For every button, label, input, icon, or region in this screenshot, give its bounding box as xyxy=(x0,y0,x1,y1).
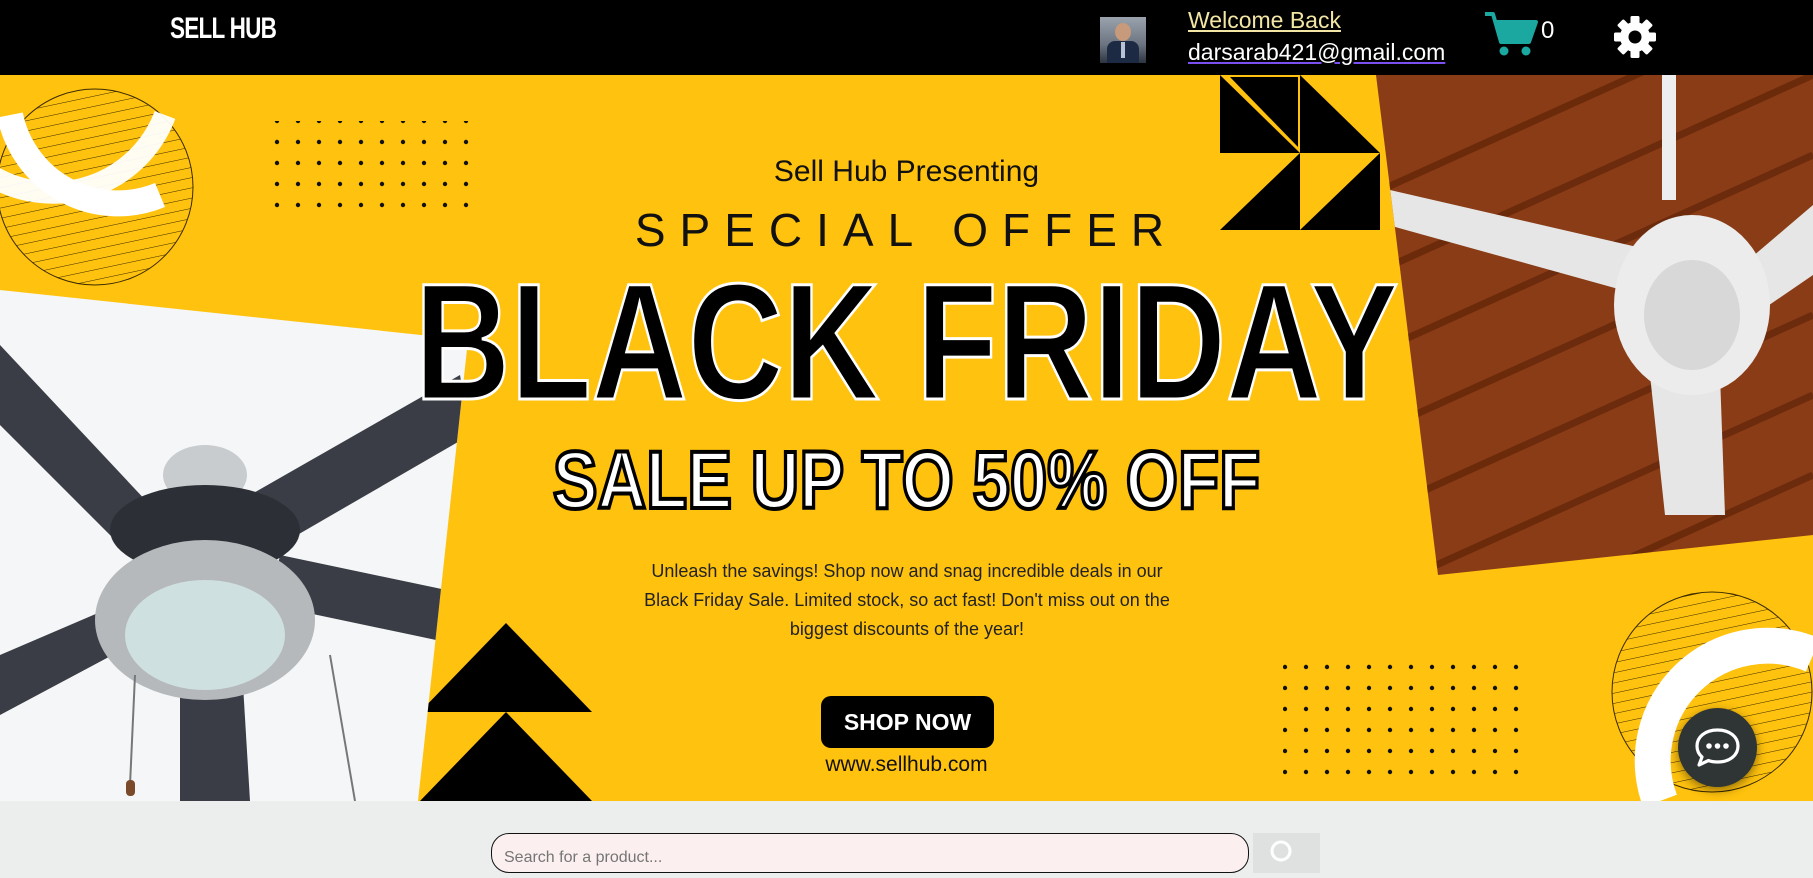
welcome-link[interactable]: Welcome Back xyxy=(1188,7,1341,34)
search-input[interactable] xyxy=(492,834,1248,868)
chat-bubble-icon xyxy=(1695,728,1740,767)
banner-sale-text: SALE UP TO 50% OFF xyxy=(551,435,1262,526)
black-friday-banner[interactable]: Sell Hub Presenting SPECIAL OFFER BLACK … xyxy=(0,75,1813,801)
gear-icon[interactable] xyxy=(1612,14,1658,60)
cart-count: 0 xyxy=(1541,17,1555,44)
banner-website: www.sellhub.com xyxy=(825,753,988,776)
banner-special-offer: SPECIAL OFFER xyxy=(634,204,1179,256)
site-logo[interactable]: SELL HUB xyxy=(170,14,277,44)
cart-icon[interactable] xyxy=(1483,10,1539,58)
user-email-link[interactable]: darsarab421@gmail.com xyxy=(1188,39,1445,66)
banner-description: Unleash the savings! Shop now and snag i… xyxy=(644,561,1170,639)
search-icon xyxy=(1270,840,1292,862)
avatar[interactable] xyxy=(1100,17,1146,63)
search-button[interactable] xyxy=(1253,833,1320,873)
banner-headline: BLACK FRIDAY xyxy=(413,250,1399,435)
banner-presenting: Sell Hub Presenting xyxy=(773,155,1040,188)
search-bar[interactable] xyxy=(491,833,1249,873)
top-navbar: SELL HUB Welcome Back darsarab421@gmail.… xyxy=(0,0,1813,75)
shop-now-button[interactable]: SHOP NOW xyxy=(821,696,994,748)
chat-button[interactable] xyxy=(1678,708,1757,787)
